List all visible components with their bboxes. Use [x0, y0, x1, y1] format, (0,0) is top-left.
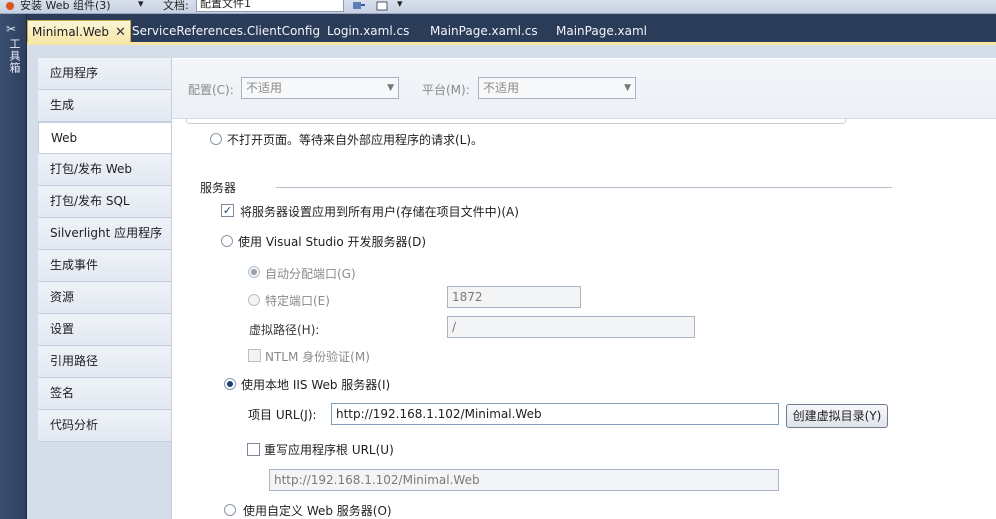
specific-port-radio[interactable]: [248, 294, 260, 306]
document-tab-strip: Minimal.Web ✕ ServiceReferences.ClientCon…: [27, 14, 996, 43]
local-iis-label[interactable]: 使用本地 IIS Web 服务器(I): [241, 376, 390, 393]
close-icon[interactable]: ✕: [115, 22, 126, 44]
toolbar-action-icon[interactable]: [352, 0, 365, 10]
servers-section-title: 服务器: [200, 181, 237, 195]
override-root-url-label[interactable]: 重写应用程序根 URL(U): [264, 441, 394, 458]
platform-select[interactable]: 不适用 ▼: [478, 77, 636, 99]
nav-item-settings[interactable]: 设置: [38, 314, 171, 346]
toolbox-label[interactable]: 工具箱: [6, 38, 22, 74]
nav-item-label: 代码分析: [50, 418, 99, 432]
nav-item-build[interactable]: 生成: [38, 90, 171, 122]
vs-dev-server-label[interactable]: 使用 Visual Studio 开发服务器(D): [238, 233, 426, 250]
nav-item-label: 签名: [50, 386, 75, 400]
nav-item-package-sql[interactable]: 打包/发布 SQL: [38, 186, 171, 218]
toolbar-overflow-icon[interactable]: ▾: [397, 0, 403, 10]
project-url-input[interactable]: http://192.168.1.102/Minimal.Web: [331, 403, 779, 425]
property-nav: 应用程序 生成 Web 打包/发布 Web 打包/发布 SQL Silverli…: [38, 58, 172, 519]
no-open-page-radio[interactable]: [210, 133, 222, 145]
nav-item-build-events[interactable]: 生成事件: [38, 250, 171, 282]
tab-mainpage-xaml[interactable]: MainPage.xaml: [556, 20, 647, 43]
nav-item-label: 打包/发布 Web: [50, 162, 133, 176]
tab-label: Minimal.Web: [32, 25, 109, 39]
apply-all-users-label[interactable]: 将服务器设置应用到所有用户(存储在项目文件中)(A): [240, 203, 519, 220]
tab-servicereferences-clientconfig[interactable]: ServiceReferences.ClientConfig: [132, 20, 320, 43]
override-root-url-input[interactable]: http://192.168.1.102/Minimal.Web: [269, 469, 779, 491]
ntlm-auth-label[interactable]: NTLM 身份验证(M): [265, 348, 370, 365]
toolbox-panel[interactable]: ✂ 工具箱: [0, 14, 27, 519]
nav-item-label: 设置: [50, 322, 75, 336]
specific-port-label[interactable]: 特定端口(E): [265, 292, 330, 309]
nav-item-signing[interactable]: 签名: [38, 378, 171, 410]
nav-item-label: 生成事件: [50, 258, 99, 272]
install-web-components-label[interactable]: 安装 Web 组件(3): [20, 0, 111, 13]
auto-port-radio[interactable]: [248, 266, 260, 278]
config-label: 配置(C):: [188, 83, 234, 97]
nav-item-web[interactable]: Web: [38, 122, 172, 154]
section-divider: [276, 187, 892, 188]
tab-login-xaml-cs[interactable]: Login.xaml.cs: [327, 20, 409, 43]
create-virtual-directory-button[interactable]: 创建虚拟目录(Y): [786, 404, 888, 428]
toolbox-icon[interactable]: ✂: [6, 22, 20, 36]
tab-label: MainPage.xaml.cs: [430, 24, 538, 38]
no-open-page-label[interactable]: 不打开页面。等待来自外部应用程序的请求(L)。: [227, 131, 483, 148]
nav-item-silverlight[interactable]: Silverlight 应用程序: [38, 218, 171, 250]
platform-select-value: 不适用: [483, 81, 520, 95]
custom-web-server-label[interactable]: 使用自定义 Web 服务器(O): [243, 502, 392, 519]
virtual-path-input[interactable]: /: [447, 316, 695, 338]
tab-label: MainPage.xaml: [556, 24, 647, 38]
previous-section-border: [186, 119, 846, 124]
ntlm-auth-checkbox[interactable]: [248, 349, 261, 362]
config-select-value: 不适用: [246, 81, 283, 95]
config-select[interactable]: 不适用 ▼: [241, 77, 399, 99]
stop-icon[interactable]: [4, 0, 16, 10]
virtual-path-label: 虚拟路径(H):: [249, 323, 320, 337]
chevron-down-icon: ▼: [387, 83, 394, 93]
tab-minimal-web[interactable]: Minimal.Web ✕: [27, 20, 131, 43]
nav-item-package-web[interactable]: 打包/发布 Web: [38, 154, 171, 186]
nav-item-resources[interactable]: 资源: [38, 282, 171, 314]
local-iis-radio[interactable]: [224, 378, 236, 390]
project-url-label: 项目 URL(J):: [248, 408, 317, 422]
tab-label: ServiceReferences.ClientConfig: [132, 24, 321, 38]
doc-combo[interactable]: 配置文件1: [196, 0, 344, 12]
nav-item-label: 引用路径: [50, 354, 99, 368]
doc-label: 文档:: [163, 0, 189, 12]
tab-label: Login.xaml.cs: [327, 24, 410, 38]
platform-label: 平台(M):: [422, 83, 470, 97]
nav-item-application[interactable]: 应用程序: [38, 58, 171, 90]
chevron-down-icon: ▼: [624, 83, 631, 93]
custom-web-server-radio[interactable]: [224, 504, 236, 516]
nav-item-label: 生成: [50, 98, 75, 112]
top-toolbar: 安装 Web 组件(3) ▾ 文档: 配置文件1 ▾: [0, 0, 996, 14]
nav-item-label: Web: [51, 131, 78, 145]
nav-item-reference-paths[interactable]: 引用路径: [38, 346, 171, 378]
nav-item-label: 应用程序: [50, 66, 99, 80]
toolbar-dropdown-icon[interactable]: ▾: [138, 0, 144, 10]
toolbar-window-icon[interactable]: [376, 0, 388, 11]
nav-item-label: 资源: [50, 290, 75, 304]
apply-all-users-checkbox[interactable]: ✓: [221, 204, 234, 217]
override-root-url-checkbox[interactable]: [247, 443, 260, 456]
nav-item-label: Silverlight 应用程序: [50, 226, 163, 240]
nav-item-label: 打包/发布 SQL: [50, 194, 130, 208]
nav-item-code-analysis[interactable]: 代码分析: [38, 410, 171, 442]
tab-mainpage-xaml-cs[interactable]: MainPage.xaml.cs: [430, 20, 538, 43]
specific-port-input[interactable]: 1872: [447, 286, 581, 308]
auto-port-label[interactable]: 自动分配端口(G): [265, 265, 356, 282]
configuration-bar: 配置(C): 不适用 ▼ 平台(M): 不适用 ▼: [172, 59, 996, 119]
vs-dev-server-radio[interactable]: [221, 235, 233, 247]
